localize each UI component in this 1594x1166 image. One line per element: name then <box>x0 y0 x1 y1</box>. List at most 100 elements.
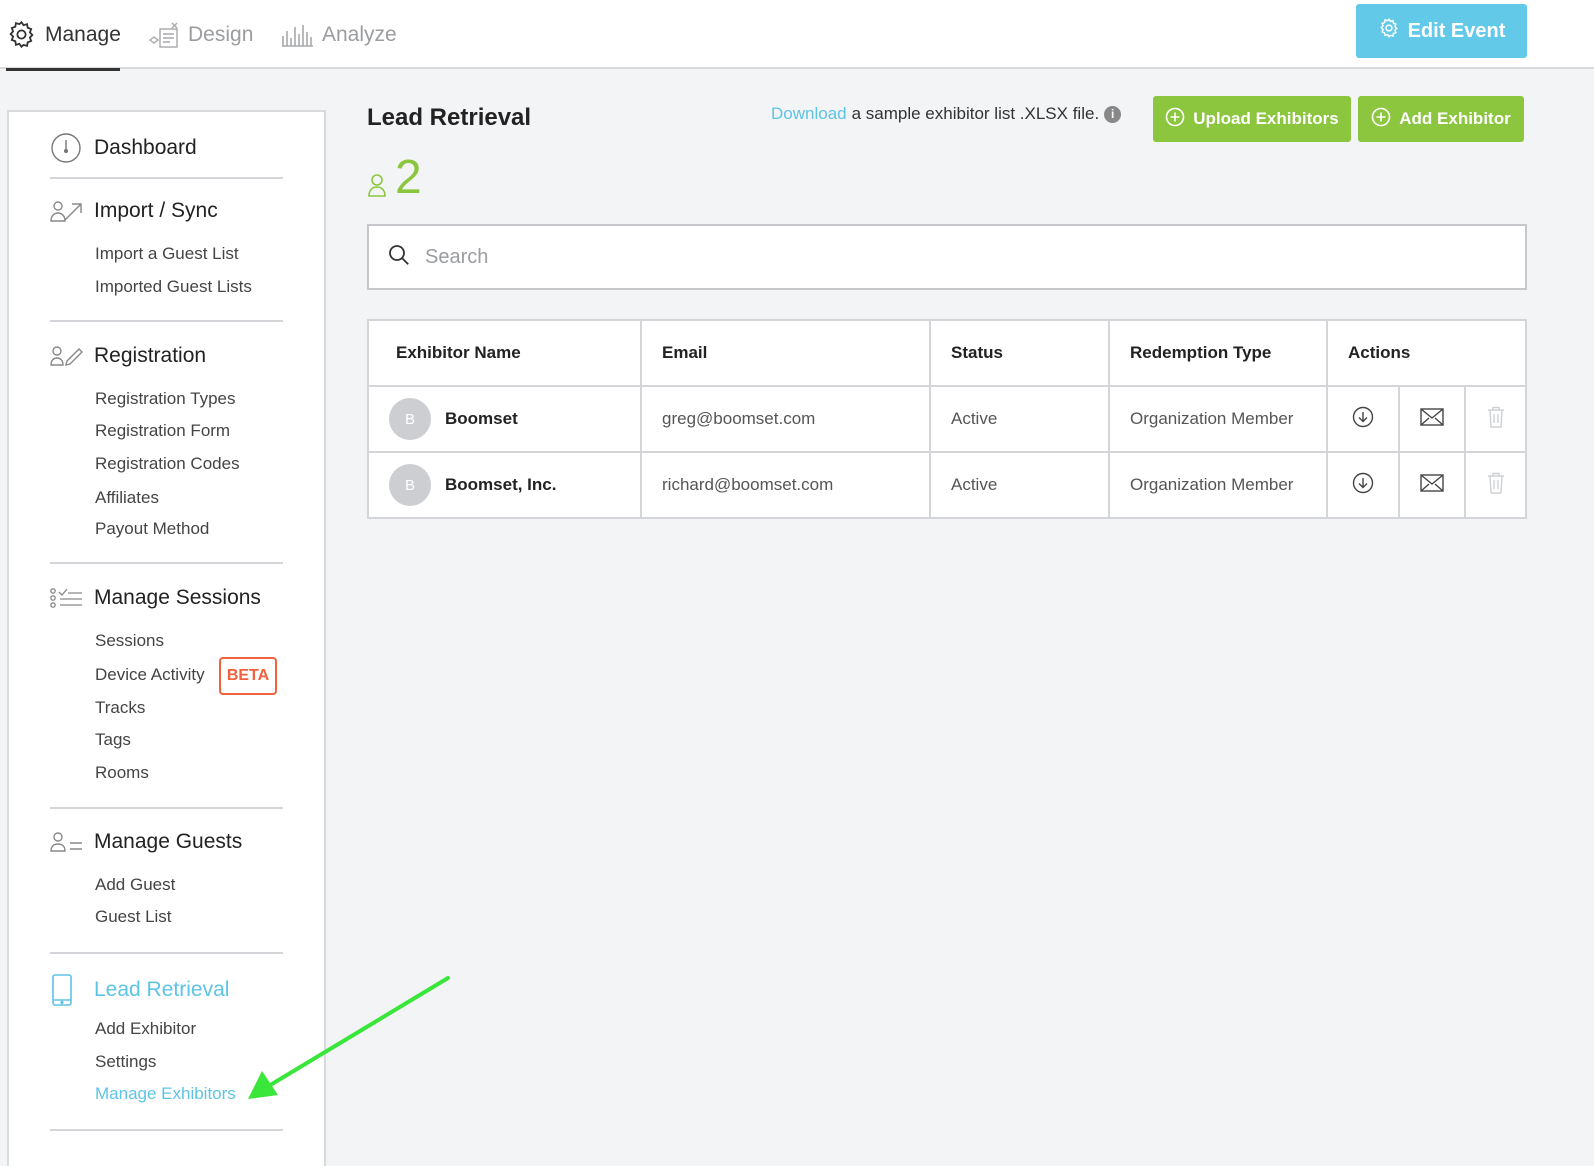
email-cell: greg@boomset.com <box>640 385 931 453</box>
divider <box>50 177 283 179</box>
info-icon[interactable]: i <box>1104 105 1122 123</box>
sidebar-subitem-payout-method[interactable]: Payout Method <box>95 519 209 539</box>
annotation-arrow-icon <box>248 976 450 1099</box>
plus-circle-icon <box>1165 107 1185 132</box>
sidebar-subitem-tags[interactable]: Tags <box>95 730 131 750</box>
table-row: B Boomset greg@boomset.com Active Organi… <box>367 385 1527 453</box>
upload-exhibitors-label: Upload Exhibitors <box>1193 109 1339 128</box>
tab-design-label: Design <box>188 22 254 46</box>
exhibitor-name[interactable]: Boomset <box>445 409 518 429</box>
download-leads-button[interactable] <box>1326 385 1400 453</box>
registration-icon <box>50 345 94 367</box>
beta-badge: BETA <box>219 657 277 695</box>
email-button[interactable] <box>1398 385 1466 453</box>
top-nav: Manage Design Analyze Edit Event <box>0 0 1594 71</box>
sidebar-subitem-rooms[interactable]: Rooms <box>95 763 149 783</box>
gear-icon <box>1378 17 1400 45</box>
hint-text: a sample exhibitor list .XLSX file. <box>851 104 1100 123</box>
download-link[interactable]: Download <box>771 104 847 124</box>
sidebar-subitem-import-guest-list[interactable]: Import a Guest List <box>95 244 239 264</box>
sidebar-item-registration[interactable]: Registration <box>50 344 206 368</box>
sidebar-item-label: Lead Retrieval <box>94 978 230 1001</box>
gear-icon <box>6 19 37 50</box>
table-header-row: Exhibitor Name Email Status Redemption T… <box>367 319 1527 387</box>
tab-manage-label: Manage <box>45 22 121 46</box>
download-leads-button[interactable] <box>1326 451 1400 519</box>
delete-button[interactable] <box>1464 385 1527 453</box>
sidebar-subitem-guest-list[interactable]: Guest List <box>95 907 172 927</box>
sidebar-subitem-add-exhibitor[interactable]: Add Exhibitor <box>95 1019 196 1039</box>
redemption-type-cell: Organization Member <box>1108 451 1328 519</box>
sidebar-item-import-sync[interactable]: Import / Sync <box>50 199 218 223</box>
trash-icon <box>1487 406 1505 432</box>
status-cell: Active <box>929 385 1110 453</box>
avatar: B <box>389 398 431 440</box>
download-hint: Download a sample exhibitor list .XLSX f… <box>771 104 1122 124</box>
divider <box>50 807 283 809</box>
search-input[interactable] <box>425 245 1475 269</box>
email-cell: richard@boomset.com <box>640 451 931 519</box>
divider <box>50 1129 283 1131</box>
person-icon <box>367 173 387 202</box>
speedometer-icon <box>50 132 94 164</box>
sidebar-item-label: Manage Guests <box>94 830 243 853</box>
sidebar-subitem-manage-exhibitors[interactable]: Manage Exhibitors <box>95 1084 236 1104</box>
sidebar-item-manage-sessions[interactable]: Manage Sessions <box>50 586 261 610</box>
envelope-icon <box>1420 473 1444 496</box>
sidebar-subitem-registration-codes[interactable]: Registration Codes <box>95 454 240 474</box>
exhibitor-name[interactable]: Boomset, Inc. <box>445 475 556 495</box>
col-email[interactable]: Email <box>640 319 931 387</box>
sidebar-subitem-tracks[interactable]: Tracks <box>95 698 145 718</box>
exhibitor-name-cell: B Boomset <box>367 385 642 453</box>
divider <box>50 320 283 322</box>
table-row: B Boomset, Inc. richard@boomset.com Acti… <box>367 451 1527 519</box>
tablet-icon <box>50 974 94 1006</box>
sessions-icon <box>50 587 94 609</box>
search-icon <box>387 243 411 272</box>
sidebar-item-lead-retrieval[interactable]: Lead Retrieval <box>50 974 229 1006</box>
delete-button[interactable] <box>1464 451 1527 519</box>
col-exhibitor-name[interactable]: Exhibitor Name <box>367 319 642 387</box>
col-redemption-type[interactable]: Redemption Type <box>1108 319 1328 387</box>
sidebar-item-label: Manage Sessions <box>94 586 261 609</box>
tab-analyze-label: Analyze <box>322 22 397 46</box>
sidebar-item-label: Registration <box>94 344 207 367</box>
exhibitor-count: 2 <box>367 154 422 202</box>
design-icon <box>148 21 180 49</box>
sidebar-subitem-settings[interactable]: Settings <box>95 1052 156 1072</box>
sidebar-subitem-affiliates[interactable]: Affiliates <box>95 488 159 508</box>
import-icon <box>50 199 94 223</box>
redemption-type-cell: Organization Member <box>1108 385 1328 453</box>
plus-circle-icon <box>1371 107 1391 132</box>
sidebar-item-dashboard[interactable]: Dashboard <box>50 132 197 164</box>
email-button[interactable] <box>1398 451 1466 519</box>
exhibitor-table: Exhibitor Name Email Status Redemption T… <box>367 319 1527 519</box>
sidebar-subitem-imported-guest-lists[interactable]: Imported Guest Lists <box>95 277 252 297</box>
count-value: 2 <box>395 151 422 204</box>
sidebar-subitem-sessions[interactable]: Sessions <box>95 631 164 651</box>
sidebar-subitem-registration-form[interactable]: Registration Form <box>95 421 230 441</box>
edit-event-button[interactable]: Edit Event <box>1356 4 1527 58</box>
sidebar-item-label: Dashboard <box>94 136 197 159</box>
trash-icon <box>1487 472 1505 498</box>
analyze-icon <box>280 22 314 48</box>
envelope-icon <box>1420 407 1444 430</box>
tab-analyze[interactable]: Analyze <box>280 0 397 69</box>
col-actions: Actions <box>1326 319 1527 387</box>
avatar: B <box>389 464 431 506</box>
download-icon <box>1352 472 1374 498</box>
sidebar-subitem-registration-types[interactable]: Registration Types <box>95 389 235 409</box>
upload-exhibitors-button[interactable]: Upload Exhibitors <box>1153 96 1351 142</box>
divider <box>50 562 283 564</box>
tab-design[interactable]: Design <box>148 0 253 69</box>
exhibitor-name-cell: B Boomset, Inc. <box>367 451 642 519</box>
add-exhibitor-label: Add Exhibitor <box>1399 109 1511 128</box>
tab-manage[interactable]: Manage <box>6 0 121 71</box>
sidebar-subitem-add-guest[interactable]: Add Guest <box>95 875 175 895</box>
add-exhibitor-button[interactable]: Add Exhibitor <box>1358 96 1524 142</box>
sidebar-subitem-device-activity[interactable]: Device Activity <box>95 665 205 685</box>
sidebar-item-manage-guests[interactable]: Manage Guests <box>50 830 242 854</box>
search-box <box>367 224 1527 290</box>
col-status[interactable]: Status <box>929 319 1110 387</box>
divider <box>50 952 283 954</box>
